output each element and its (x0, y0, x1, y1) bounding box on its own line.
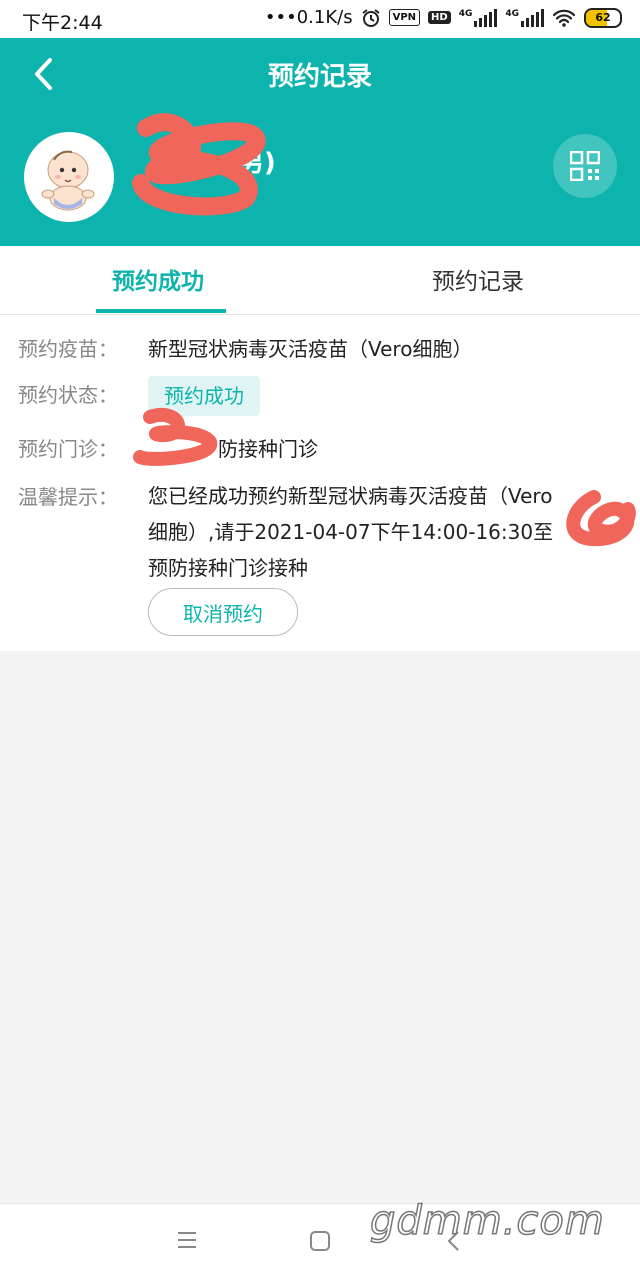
signal-icon-2: 4G (505, 8, 544, 27)
home-icon (310, 1231, 330, 1251)
status-label: 预约状态： (18, 383, 118, 407)
baby-avatar-icon (41, 150, 95, 211)
page-title: 预约记录 (267, 62, 372, 92)
watermark: gdmm.com (369, 1197, 605, 1245)
avatar (24, 132, 114, 222)
tip-label: 温馨提示： (18, 485, 118, 509)
app-header: 预约记录 (男) (0, 38, 640, 246)
wifi-icon (552, 9, 576, 27)
battery-icon: 62 (584, 7, 622, 28)
vaccine-value: 新型冠状病毒灭活疫苗（Vero细胞） (148, 337, 473, 361)
network-speed: •••0.1K/s (264, 7, 353, 28)
tip-line-2: 细胞）,请于2021-04-07下午14:00-16:30至 (148, 520, 554, 544)
tab-appointment-records[interactable]: 预约记录 (432, 262, 524, 296)
status-icons: •••0.1K/s VPN HD 4G 4G 62 (265, 7, 622, 28)
cancel-appointment-button[interactable]: 取消预约 (148, 588, 298, 636)
hd-icon: HD (428, 11, 451, 24)
clinic-value: 防接种门诊 (218, 437, 318, 461)
menu-icon (178, 1232, 196, 1248)
tab-appointment-success[interactable]: 预约成功 (112, 262, 204, 296)
status-bar: 下午2:44 •••0.1K/s VPN HD 4G 4G 62 (0, 0, 640, 38)
tab-bar: 预约成功 预约记录 (0, 246, 640, 315)
vaccine-label: 预约疫苗： (18, 337, 118, 361)
vpn-icon: VPN (388, 9, 421, 26)
active-tab-indicator (96, 309, 226, 313)
appointment-card: 预约疫苗： 新型冠状病毒灭活疫苗（Vero细胞） 预约状态： 预约成功 预约门诊… (0, 315, 640, 651)
alarm-icon (361, 8, 380, 27)
qr-code-button[interactable] (553, 134, 617, 198)
home-nav-button[interactable] (309, 1230, 331, 1256)
redaction-scribble-tip (566, 490, 636, 547)
menu-nav-button[interactable] (176, 1230, 198, 1254)
status-time: 下午2:44 (22, 12, 103, 34)
signal-icon-1: 4G (459, 8, 498, 27)
redaction-scribble-clinic (133, 408, 217, 466)
tip-line-1: 您已经成功预约新型冠状病毒灭活疫苗（Vero (148, 484, 553, 508)
tip-line-3: 预防接种门诊接种 (148, 556, 308, 580)
qr-code-icon (570, 151, 600, 181)
tip-text: 您已经成功预约新型冠状病毒灭活疫苗（Vero 细胞）,请于2021-04-07下… (148, 478, 618, 586)
clinic-label: 预约门诊： (18, 437, 118, 461)
redaction-scribble-name (132, 113, 266, 216)
